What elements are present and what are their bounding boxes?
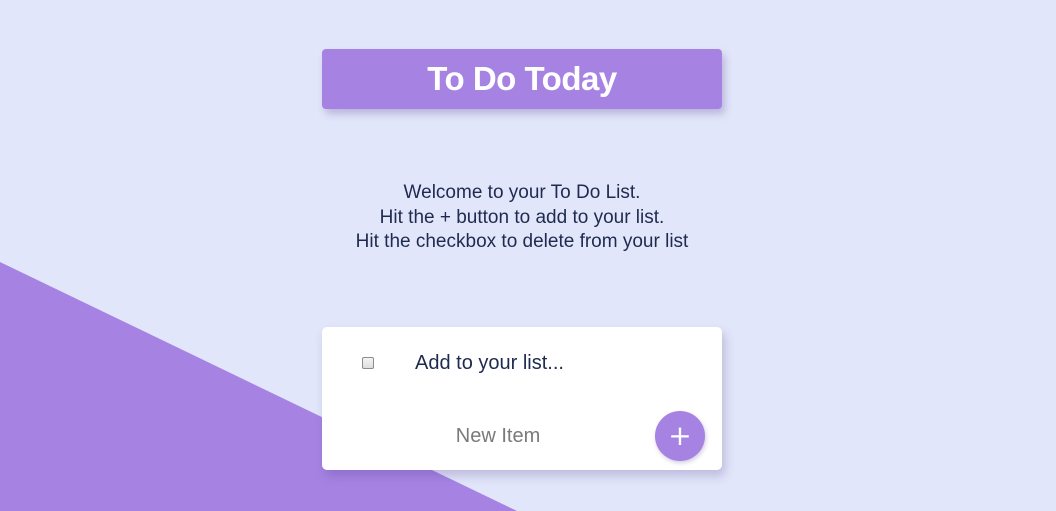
item-checkbox[interactable]: [362, 357, 374, 369]
item-text: Add to your list...: [415, 352, 564, 374]
instruction-line: Hit the checkbox to delete from your lis…: [355, 231, 689, 252]
add-button[interactable]: +: [655, 411, 705, 461]
todo-card: Add to your list... +: [322, 327, 722, 470]
page-title: To Do Today: [427, 60, 617, 97]
list-item: Add to your list...: [322, 341, 722, 387]
instructions: Welcome to your To Do List. Hit the + bu…: [272, 181, 772, 255]
new-item-input[interactable]: [362, 419, 634, 453]
instruction-line: Welcome to your To Do List.: [403, 182, 641, 203]
instruction-line: Hit the + button to add to your list.: [379, 206, 665, 228]
title-banner: To Do Today: [322, 49, 722, 109]
